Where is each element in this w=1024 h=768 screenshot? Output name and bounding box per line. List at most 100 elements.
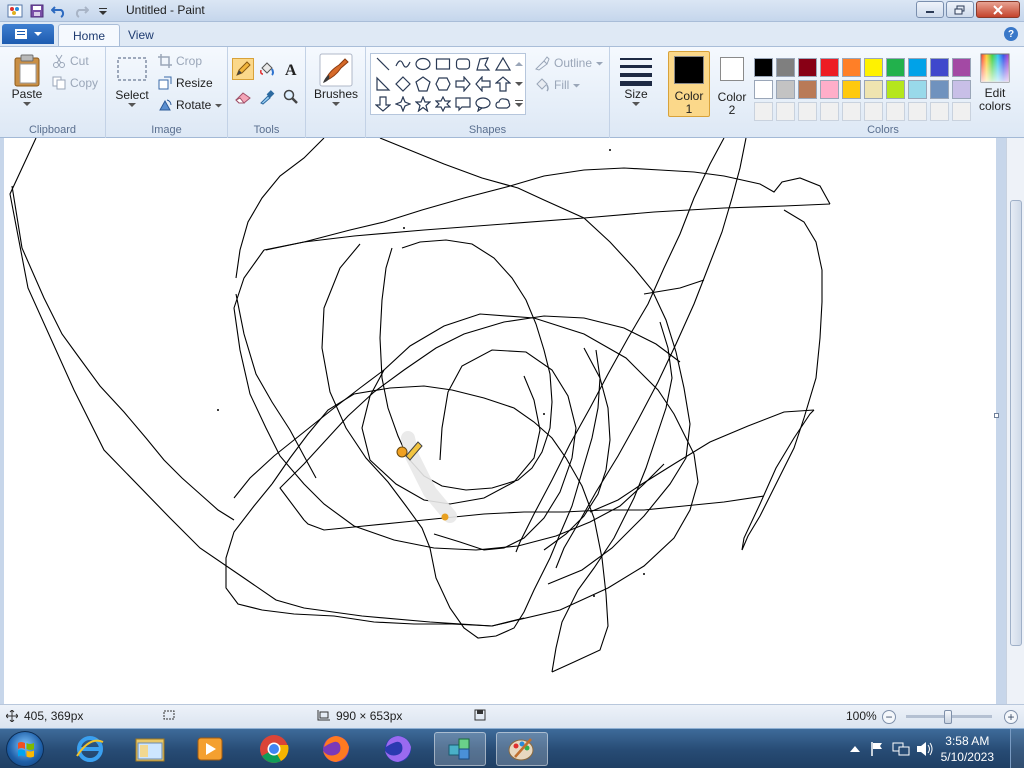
drawing-canvas[interactable] — [4, 137, 996, 704]
pentagon-shape-icon[interactable] — [413, 74, 433, 94]
app-menu-button[interactable] — [2, 24, 54, 44]
curve-shape-icon[interactable] — [393, 54, 413, 74]
paint-icon[interactable] — [496, 732, 548, 766]
palette-swatch[interactable] — [798, 58, 817, 77]
shapes-expand-icon[interactable] — [513, 94, 525, 114]
custom-color-swatch[interactable] — [952, 102, 971, 121]
custom-color-swatch[interactable] — [886, 102, 905, 121]
file-explorer-icon[interactable] — [124, 732, 176, 766]
palette-swatch[interactable] — [952, 80, 971, 99]
palette-swatch[interactable] — [886, 58, 905, 77]
media-player-icon[interactable] — [184, 732, 236, 766]
custom-color-swatch[interactable] — [842, 102, 861, 121]
palette-swatch[interactable] — [776, 80, 795, 99]
oval-shape-icon[interactable] — [413, 54, 433, 74]
custom-color-swatch[interactable] — [754, 102, 773, 121]
redo-icon[interactable] — [72, 2, 90, 20]
action-center-flag-icon[interactable] — [870, 741, 884, 757]
color-2-button[interactable]: Color 2 — [712, 51, 752, 117]
start-button[interactable] — [6, 731, 44, 767]
palette-swatch[interactable] — [908, 58, 927, 77]
zoom-in-button[interactable]: + — [1004, 710, 1018, 724]
hexagon-shape-icon[interactable] — [433, 74, 453, 94]
volume-icon[interactable] — [916, 741, 934, 757]
palette-swatch[interactable] — [930, 58, 949, 77]
custom-color-swatch[interactable] — [776, 102, 795, 121]
left-arrow-shape-icon[interactable] — [473, 74, 493, 94]
palette-swatch[interactable] — [820, 80, 839, 99]
internet-explorer-icon[interactable] — [64, 732, 116, 766]
palette-swatch[interactable] — [908, 80, 927, 99]
shapes-scroll-down-icon[interactable] — [513, 74, 525, 94]
zoom-out-button[interactable]: − — [882, 710, 896, 724]
save-icon[interactable] — [28, 2, 46, 20]
resize-button[interactable]: Resize — [158, 76, 213, 90]
restore-button[interactable] — [946, 1, 974, 18]
custom-color-swatch[interactable] — [798, 102, 817, 121]
crop-button[interactable]: Crop — [158, 54, 202, 68]
palette-swatch[interactable] — [754, 58, 773, 77]
palette-swatch[interactable] — [842, 80, 861, 99]
show-hidden-icons-icon[interactable] — [850, 745, 860, 753]
diamond-shape-icon[interactable] — [393, 74, 413, 94]
rounded-rectangle-shape-icon[interactable] — [453, 54, 473, 74]
fill-button[interactable]: Fill — [534, 77, 581, 93]
brushes-button[interactable]: Brushes — [314, 53, 358, 107]
magnifier-tool[interactable] — [280, 86, 302, 108]
chrome-icon[interactable] — [248, 732, 300, 766]
copy-button[interactable]: Copy — [52, 76, 98, 90]
close-button[interactable] — [976, 1, 1020, 18]
five-point-star-shape-icon[interactable] — [413, 94, 433, 114]
pencil-tool[interactable] — [232, 58, 254, 80]
rect-callout-shape-icon[interactable] — [453, 94, 473, 114]
palette-swatch[interactable] — [842, 58, 861, 77]
palette-swatch[interactable] — [952, 58, 971, 77]
right-arrow-shape-icon[interactable] — [453, 74, 473, 94]
outline-button[interactable]: Outline — [534, 55, 604, 71]
vertical-scrollbar[interactable] — [1006, 138, 1024, 704]
firefox-nightly-icon[interactable] — [372, 732, 424, 766]
size-button[interactable]: Size — [618, 53, 654, 107]
six-point-star-shape-icon[interactable] — [433, 94, 453, 114]
palette-swatch[interactable] — [776, 58, 795, 77]
fill-tool[interactable] — [256, 58, 278, 80]
up-arrow-shape-icon[interactable] — [493, 74, 513, 94]
canvas-resize-handle-right[interactable] — [994, 413, 999, 418]
oval-callout-shape-icon[interactable] — [473, 94, 493, 114]
network-app-icon[interactable] — [434, 732, 486, 766]
custom-color-swatch[interactable] — [864, 102, 883, 121]
custom-color-swatch[interactable] — [908, 102, 927, 121]
palette-swatch[interactable] — [864, 58, 883, 77]
vertical-scrollbar-thumb[interactable] — [1010, 200, 1022, 646]
paint-app-icon[interactable] — [6, 2, 24, 20]
cloud-callout-shape-icon[interactable] — [493, 94, 513, 114]
palette-swatch[interactable] — [886, 80, 905, 99]
shapes-scroll-up-icon[interactable] — [513, 54, 525, 74]
four-point-star-shape-icon[interactable] — [393, 94, 413, 114]
select-button[interactable]: Select — [114, 55, 150, 108]
network-icon[interactable] — [892, 741, 910, 757]
show-desktop-button[interactable] — [1010, 729, 1024, 768]
undo-icon[interactable] — [50, 2, 68, 20]
clock[interactable]: 3:58 AM 5/10/2023 — [941, 733, 994, 765]
color-picker-tool[interactable] — [256, 86, 278, 108]
right-triangle-shape-icon[interactable] — [373, 74, 393, 94]
palette-swatch[interactable] — [864, 80, 883, 99]
help-icon[interactable]: ? — [1004, 27, 1018, 41]
palette-swatch[interactable] — [754, 80, 773, 99]
custom-color-swatch[interactable] — [820, 102, 839, 121]
eraser-tool[interactable] — [232, 86, 254, 108]
down-arrow-shape-icon[interactable] — [373, 94, 393, 114]
custom-color-swatch[interactable] — [930, 102, 949, 121]
edit-colors-button[interactable]: Edit colors — [974, 53, 1016, 113]
customize-toolbar-icon[interactable] — [94, 2, 112, 20]
triangle-shape-icon[interactable] — [493, 54, 513, 74]
paste-button[interactable]: Paste — [8, 53, 46, 107]
palette-swatch[interactable] — [820, 58, 839, 77]
rectangle-shape-icon[interactable] — [433, 54, 453, 74]
cut-button[interactable]: Cut — [52, 54, 89, 68]
text-tool[interactable]: A — [280, 58, 302, 80]
color-1-button[interactable]: Color 1 — [668, 51, 710, 117]
rotate-button[interactable]: Rotate — [158, 98, 223, 112]
palette-swatch[interactable] — [798, 80, 817, 99]
